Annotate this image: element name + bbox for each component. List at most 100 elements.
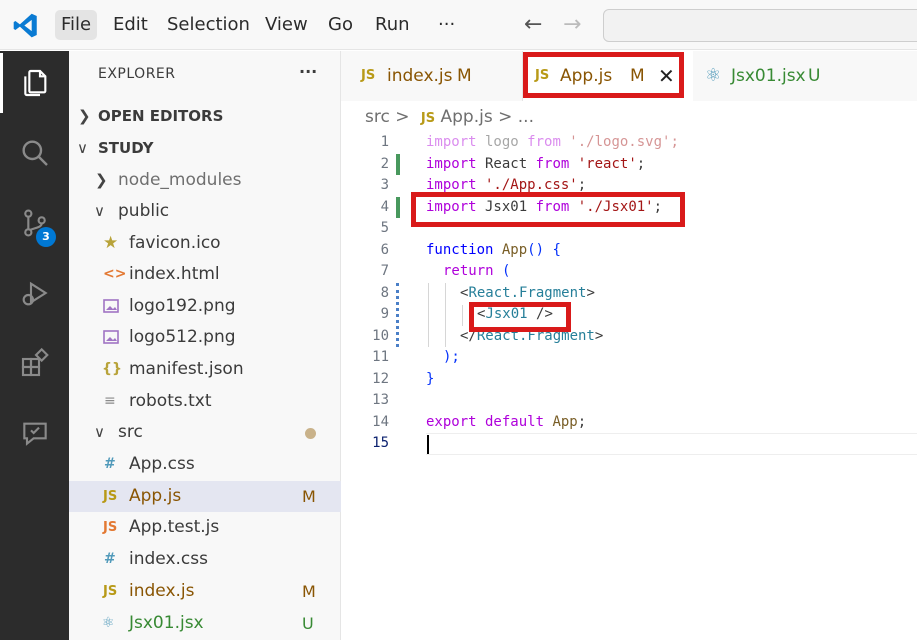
tree-item-favicon[interactable]: ★ favicon.ico: [69, 228, 341, 259]
line-number: 12: [372, 370, 389, 387]
menu-run[interactable]: Run: [369, 10, 416, 40]
tree-item-public[interactable]: ∨ public: [69, 196, 341, 227]
gutter-modified-marker: [396, 154, 400, 175]
tree-item-label: favicon.ico: [129, 233, 221, 253]
line-number: 5: [380, 220, 389, 236]
tab-jsx01[interactable]: ⚛ Jsx01.jsx U: [693, 51, 868, 101]
tree-item-label: App.js: [129, 486, 182, 506]
open-editors-label: OPEN EDITORS: [98, 107, 224, 125]
chevron-down-icon: ∨: [77, 139, 88, 157]
indent-guide: [445, 283, 446, 347]
line-number: 8: [380, 284, 389, 301]
tree-item-label: logo512.png: [129, 327, 236, 347]
tree-item-index-css[interactable]: # index.css: [69, 544, 341, 575]
js-icon: JS: [420, 111, 436, 126]
tree-item-label: Jsx01.jsx: [129, 613, 204, 633]
code-line-12: }: [426, 370, 435, 387]
highlight-box-jsx-tag: [469, 302, 571, 332]
tree-item-index-html[interactable]: <> index.html: [69, 259, 341, 290]
code-line-11: );: [443, 349, 460, 365]
tree-item-label: robots.txt: [129, 391, 212, 411]
line-number: 9: [380, 306, 389, 322]
js-icon: JS: [103, 584, 118, 599]
tab-status: U: [808, 66, 821, 86]
vscode-logo-icon: [13, 13, 37, 38]
run-debug-icon[interactable]: [0, 263, 69, 323]
chat-icon[interactable]: [0, 403, 69, 463]
tree-item-jsx01[interactable]: ⚛ Jsx01.jsx U: [69, 608, 341, 639]
explorer-sidebar: EXPLORER ··· ❯ OPEN EDITORS ∨ STUDY ❯ no…: [69, 51, 341, 640]
current-line-highlight: [426, 433, 917, 455]
menu-edit[interactable]: Edit: [107, 10, 154, 40]
tree-item-logo512[interactable]: logo512.png: [69, 322, 341, 353]
tree-item-node-modules[interactable]: ❯ node_modules: [69, 165, 341, 196]
open-editors-section[interactable]: ❯ OPEN EDITORS: [69, 101, 341, 132]
tree-item-label: App.test.js: [129, 517, 220, 537]
explorer-more-button[interactable]: ···: [299, 62, 317, 81]
git-status-badge: M: [302, 487, 316, 506]
breadcrumb: src > JS App.js > ...: [365, 105, 534, 129]
breadcrumb-folder[interactable]: src: [365, 107, 390, 127]
tree-item-app-css[interactable]: # App.css: [69, 449, 341, 480]
tree-item-index-js[interactable]: JS index.js M: [69, 576, 341, 607]
breadcrumb-separator: >: [395, 107, 410, 127]
title-bar: File Edit Selection View Go Run ··· ← →: [0, 0, 917, 50]
tree-item-app-test-js[interactable]: JS App.test.js: [69, 512, 341, 543]
scm-count-badge: 3: [36, 227, 56, 247]
line-number: 2: [380, 155, 389, 172]
code-line-6: function App() {: [426, 241, 561, 258]
tree-item-label: index.css: [129, 549, 208, 569]
chevron-down-icon: ∨: [94, 423, 105, 441]
css-icon: #: [104, 456, 116, 472]
code-line-7: return (: [443, 263, 511, 279]
text-cursor: [427, 435, 429, 454]
image-icon: [103, 322, 119, 356]
tree-item-robots[interactable]: ≡ robots.txt: [69, 386, 341, 417]
line-number: 6: [380, 241, 389, 258]
back-arrow-icon[interactable]: ←: [524, 12, 542, 37]
tree-item-app-js[interactable]: JS App.js M: [69, 481, 341, 512]
line-number: 14: [372, 413, 389, 430]
line-number: 3: [380, 177, 389, 193]
tab-status: M: [457, 66, 472, 86]
line-number: 7: [380, 263, 389, 279]
highlight-box-import: [411, 192, 685, 227]
highlight-box-tab: [523, 52, 684, 98]
tree-item-label: App.css: [129, 454, 195, 474]
tree-item-logo192[interactable]: logo192.png: [69, 291, 341, 322]
activity-bar: 3: [0, 51, 69, 640]
explorer-files-icon[interactable]: [0, 53, 69, 113]
menu-view[interactable]: View: [259, 10, 314, 40]
forward-arrow-icon[interactable]: →: [563, 12, 581, 37]
indent-guide: [462, 305, 463, 326]
chevron-down-icon: ∨: [94, 202, 105, 220]
react-icon: ⚛: [705, 65, 722, 86]
line-number: 15: [372, 435, 389, 451]
command-center-search[interactable]: [603, 9, 917, 42]
breadcrumb-file[interactable]: App.js: [441, 107, 493, 127]
indent-guide: [428, 283, 429, 347]
line-number: 4: [380, 198, 389, 215]
menu-more[interactable]: ···: [432, 10, 461, 40]
js-icon: JS: [103, 489, 118, 504]
star-icon: ★: [103, 233, 119, 253]
menu-go[interactable]: Go: [322, 10, 359, 40]
modified-dot-icon: [305, 428, 316, 439]
image-icon: [103, 291, 119, 325]
breadcrumb-symbol[interactable]: > ...: [498, 107, 534, 127]
gutter-changed-marker: [396, 283, 399, 347]
tree-item-src[interactable]: ∨ src: [69, 417, 341, 448]
study-folder-section[interactable]: ∨ STUDY: [69, 133, 341, 164]
tree-item-label: manifest.json: [129, 359, 244, 379]
code-line-1: import logo from './logo.svg';: [426, 134, 679, 150]
search-icon[interactable]: [0, 123, 69, 183]
tree-item-label: node_modules: [118, 170, 242, 190]
source-control-icon[interactable]: [0, 193, 69, 253]
menu-selection[interactable]: Selection: [161, 10, 256, 40]
text-file-icon: ≡: [104, 393, 116, 409]
extensions-icon[interactable]: [0, 333, 69, 393]
menu-file[interactable]: File: [55, 10, 98, 40]
tab-index-js[interactable]: JS index.js M: [341, 51, 523, 101]
tree-item-manifest[interactable]: {} manifest.json: [69, 354, 341, 385]
tab-label: Jsx01.jsx: [731, 66, 806, 86]
